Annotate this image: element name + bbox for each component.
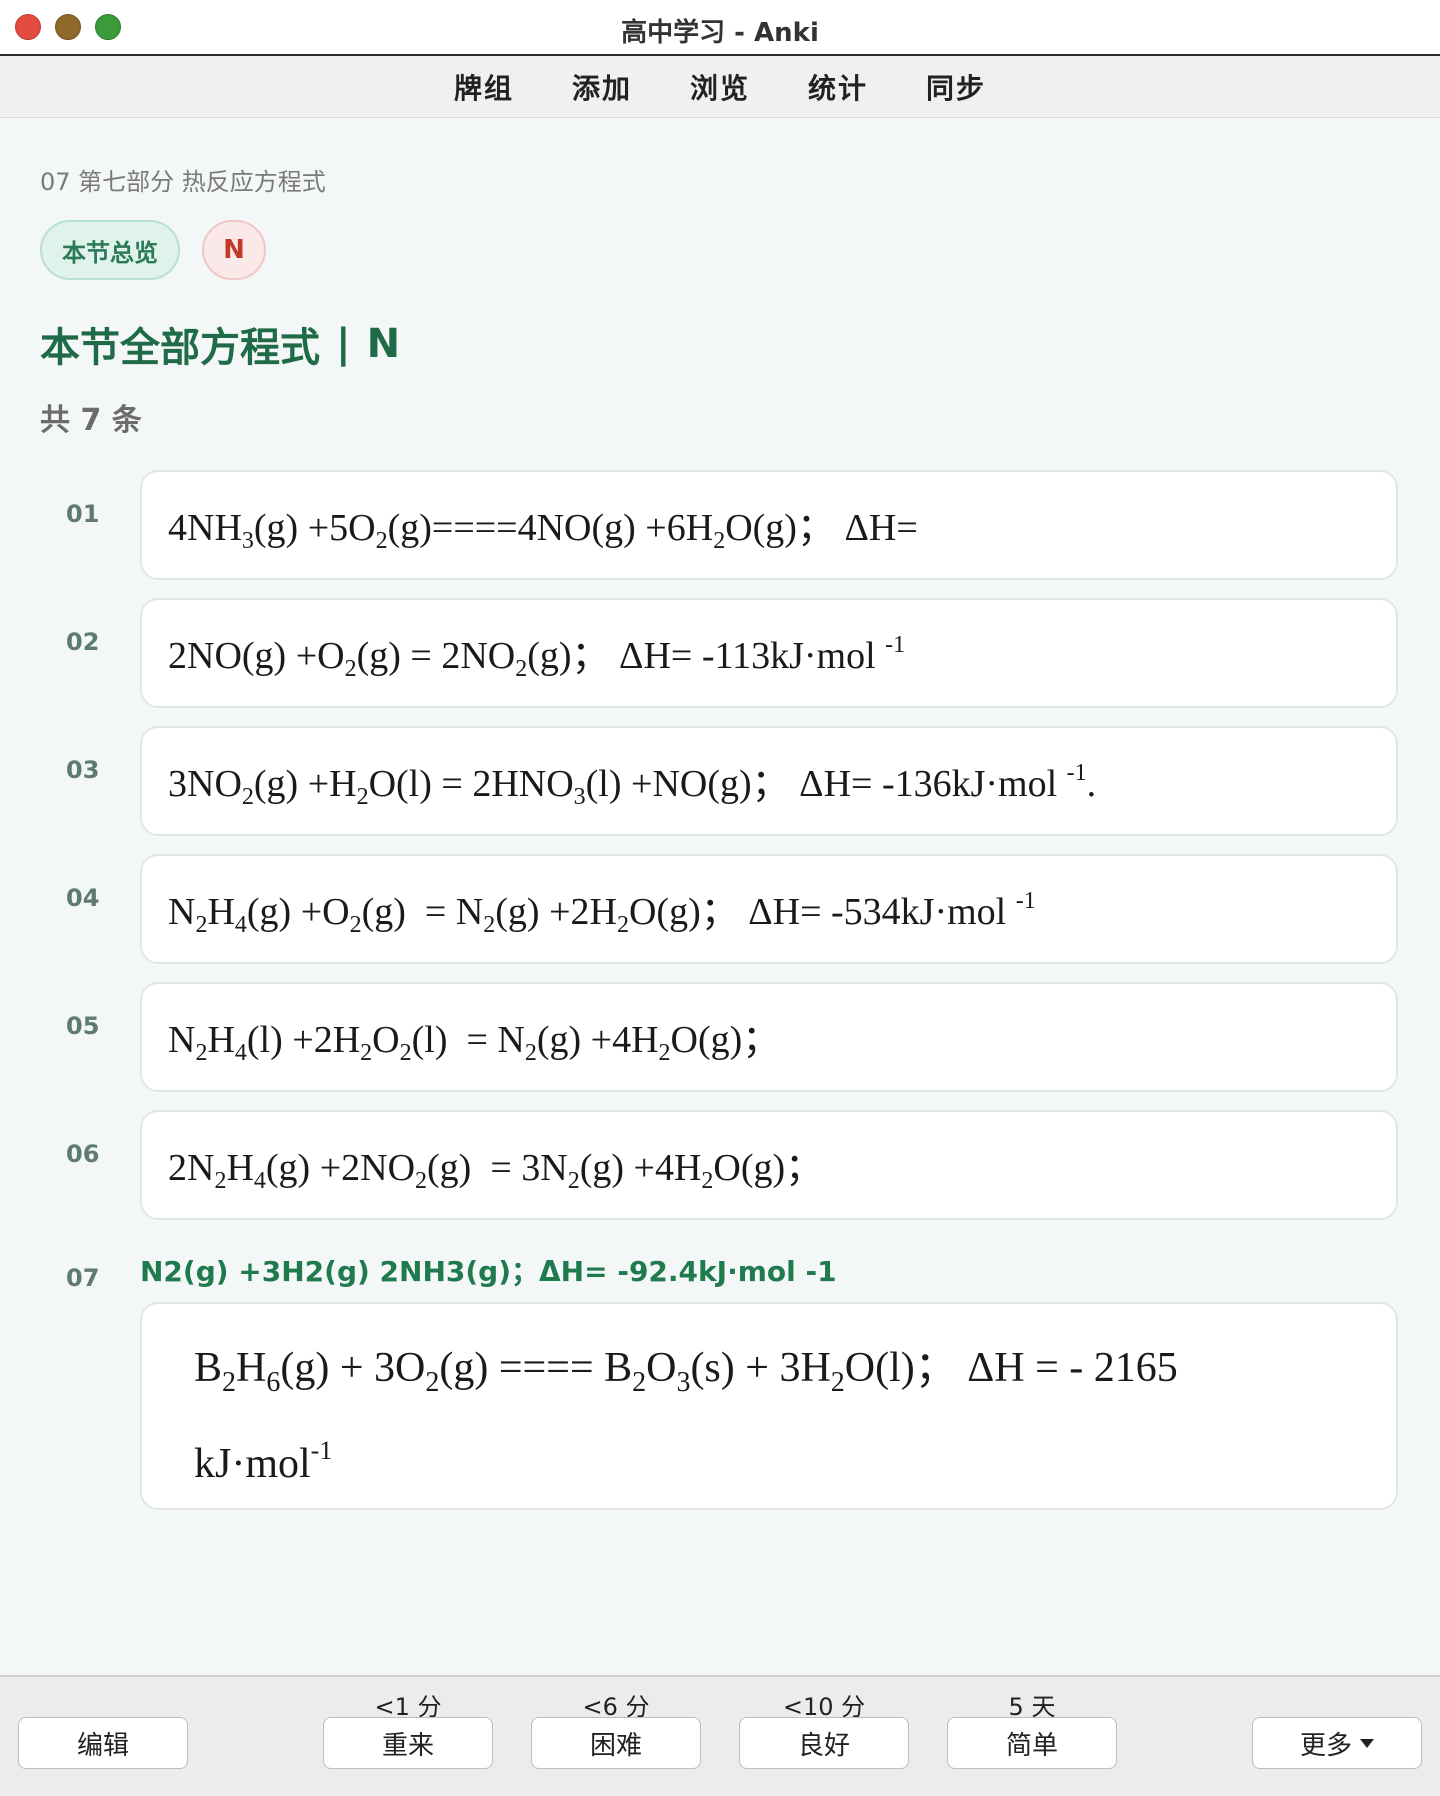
equation-row: 03 3NO2(g) +H2O(l) = 2HNO3(l) +NO(g)； ΔH…: [0, 726, 1440, 838]
equation-text-label: N2(g) +3H2(g) 2NH3(g)；ΔH= -92.4kJ·mol -1: [140, 1255, 837, 1288]
window-title: 高中学习 - Anki: [621, 18, 819, 48]
equation-image: 2NO(g) +O2(g) = 2NO2(g)； ΔH= -113kJ·mol …: [140, 598, 1398, 708]
equation-number: 01: [66, 500, 100, 528]
tag-row: 本节总览 N: [40, 220, 266, 280]
heading-tag: N: [366, 321, 401, 367]
toolbar-browse[interactable]: 浏览: [690, 67, 750, 107]
equation-row: 06 2N2H4(g) +2NO2(g) = 3N2(g) +4H2O(g)；: [0, 1110, 1440, 1222]
equation-row: 01 4NH3(g) +5O2(g)====4NO(g) +6H2O(g)； Δ…: [0, 470, 1440, 582]
equation-image: N2H4(l) +2H2O2(l) = N2(g) +4H2O(g)；: [140, 982, 1398, 1092]
edit-button[interactable]: 编辑: [18, 1717, 188, 1769]
equation-row: 02 2NO(g) +O2(g) = 2NO2(g)； ΔH= -113kJ·m…: [0, 598, 1440, 710]
equation-image: 3NO2(g) +H2O(l) = 2HNO3(l) +NO(g)； ΔH= -…: [140, 726, 1398, 836]
heading-separator: |: [336, 321, 351, 367]
main-toolbar: 牌组 添加 浏览 统计 同步: [0, 56, 1440, 118]
more-button[interactable]: 更多: [1252, 1717, 1422, 1769]
equation-number: 07: [66, 1264, 100, 1292]
main-heading: 本节全部方程式 | N: [40, 315, 400, 373]
section-title: 07 第七部分 热反应方程式: [40, 168, 326, 196]
equation-number: 03: [66, 756, 100, 784]
answer-bar: 编辑 <1 分 重来 <6 分 困难 <10 分 良好 5 天 简单 更多: [0, 1675, 1440, 1796]
title-bar: 高中学习 - Anki: [0, 0, 1440, 56]
equation-number: 02: [66, 628, 100, 656]
equation-row: 07 N2(g) +3H2(g) 2NH3(g)；ΔH= -92.4kJ·mol…: [0, 1250, 1440, 1530]
toolbar-sync[interactable]: 同步: [926, 67, 986, 107]
equation-number: 05: [66, 1012, 100, 1040]
more-label: 更多: [1299, 1730, 1352, 1761]
equation-image: B2H6(g) + 3O2(g) ==== B2O3(s) + 3H2O(l)；…: [140, 1302, 1398, 1510]
equation-image: 4NH3(g) +5O2(g)====4NO(g) +6H2O(g)； ΔH=: [140, 470, 1398, 580]
toolbar-stats[interactable]: 统计: [808, 67, 868, 107]
easy-button[interactable]: 简单: [947, 1717, 1117, 1769]
card-content: 07 第七部分 热反应方程式 本节总览 N 本节全部方程式 | N 共 7 条 …: [0, 120, 1440, 1675]
toolbar-add[interactable]: 添加: [572, 67, 632, 107]
toolbar-decks[interactable]: 牌组: [454, 67, 514, 107]
equation-number: 04: [66, 884, 100, 912]
tag-overview[interactable]: 本节总览: [40, 220, 180, 280]
equation-row: 04 N2H4(g) +O2(g) = N2(g) +2H2O(g)； ΔH= …: [0, 854, 1440, 966]
equation-row: 05 N2H4(l) +2H2O2(l) = N2(g) +4H2O(g)；: [0, 982, 1440, 1094]
anki-window: 高中学习 - Anki 牌组 添加 浏览 统计 同步 07 第七部分 热反应方程…: [0, 0, 1440, 1796]
equation-image: 2N2H4(g) +2NO2(g) = 3N2(g) +4H2O(g)；: [140, 1110, 1398, 1220]
chevron-down-icon: [1360, 1738, 1374, 1748]
equation-number: 06: [66, 1140, 100, 1168]
hard-button[interactable]: 困难: [531, 1717, 701, 1769]
tag-n[interactable]: N: [202, 220, 266, 280]
again-button[interactable]: 重来: [323, 1717, 493, 1769]
heading-text: 本节全部方程式: [40, 325, 320, 371]
equation-count: 共 7 条: [40, 403, 142, 438]
good-button[interactable]: 良好: [739, 1717, 909, 1769]
equation-image: N2H4(g) +O2(g) = N2(g) +2H2O(g)； ΔH= -53…: [140, 854, 1398, 964]
